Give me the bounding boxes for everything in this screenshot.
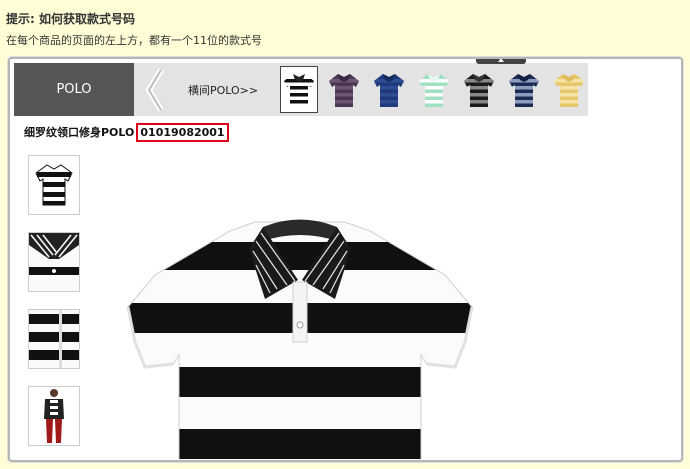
product-frame: POLO 横间POLO>> 细罗纹领口修身POLO 01019082001 bbox=[8, 57, 683, 462]
category-tab-polo[interactable]: POLO bbox=[14, 63, 134, 116]
thumbnail-front[interactable] bbox=[28, 155, 80, 215]
color-swatch-purple[interactable] bbox=[325, 66, 363, 113]
thumbnail-sleeve[interactable] bbox=[28, 309, 80, 369]
color-swatch-blue[interactable] bbox=[370, 66, 408, 113]
shirt-swatch-icon bbox=[464, 73, 494, 107]
collar-detail-icon bbox=[29, 233, 79, 291]
category-nav: POLO 横间POLO>> bbox=[14, 63, 588, 116]
product-code-highlight: 01019082001 bbox=[136, 123, 229, 142]
color-swatch-black-white-stripe[interactable] bbox=[280, 66, 318, 113]
hint-text: 在每个商品的页面的左上方，都有一个11位的款式号 bbox=[6, 34, 262, 47]
hint-title: 提示: 如何获取款式号码 bbox=[6, 12, 135, 26]
product-name: 细罗纹领口修身POLO bbox=[24, 126, 135, 139]
thumbnail-model[interactable] bbox=[28, 386, 80, 446]
shirt-swatch-icon bbox=[509, 73, 539, 107]
sleeve-detail-icon bbox=[29, 310, 79, 368]
model-photo-icon bbox=[44, 389, 64, 443]
shirt-swatch-icon bbox=[284, 73, 314, 107]
shirt-swatch-icon bbox=[554, 73, 584, 107]
color-swatch-yellow-stripe[interactable] bbox=[550, 66, 588, 113]
main-product-image bbox=[115, 167, 485, 460]
product-title: 细罗纹领口修身POLO 01019082001 bbox=[24, 123, 229, 142]
collection-link[interactable]: 横间POLO>> bbox=[188, 82, 258, 98]
shirt-thumb-front-icon bbox=[35, 164, 73, 206]
shirt-swatch-icon bbox=[419, 73, 449, 107]
color-swatch-mint-stripe[interactable] bbox=[415, 66, 453, 113]
color-swatch-black-grey-stripe[interactable] bbox=[460, 66, 498, 113]
shirt-swatch-icon bbox=[329, 73, 359, 107]
color-swatch-navy-stripe[interactable] bbox=[505, 66, 543, 113]
shirt-swatch-icon bbox=[374, 73, 404, 107]
chevron-left-icon[interactable] bbox=[144, 68, 166, 112]
thumbnail-collar[interactable] bbox=[28, 232, 80, 292]
striped-polo-shirt-image bbox=[126, 219, 474, 460]
scroll-up-tab[interactable] bbox=[476, 59, 526, 64]
